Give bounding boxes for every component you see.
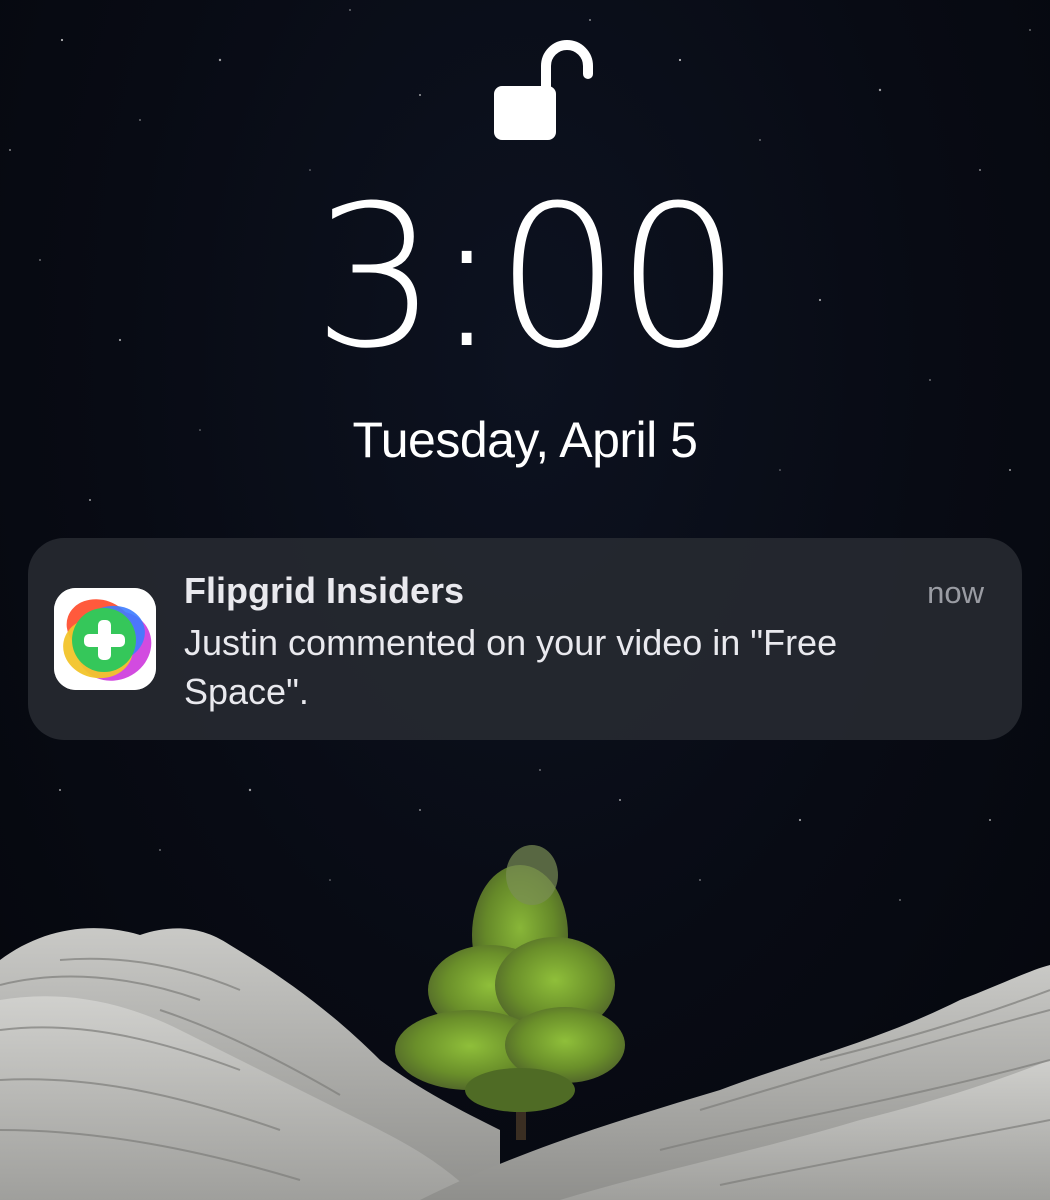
lock-screen: 3:00 Tuesday, April 5 Flipgrid Insiders …	[0, 0, 1050, 1200]
notification-message: Justin commented on your video in "Free …	[184, 622, 838, 712]
unlocked-padlock-icon	[494, 40, 593, 140]
notification-card[interactable]: Flipgrid Insiders now Justin commented o…	[28, 538, 1022, 740]
lock-screen-date: Tuesday, April 5	[352, 412, 698, 468]
lock-screen-time: 3:00	[312, 164, 741, 392]
notification-app-name: Flipgrid Insiders	[184, 570, 465, 611]
notification-timestamp: now	[927, 575, 984, 610]
flipgrid-app-icon	[54, 588, 156, 690]
